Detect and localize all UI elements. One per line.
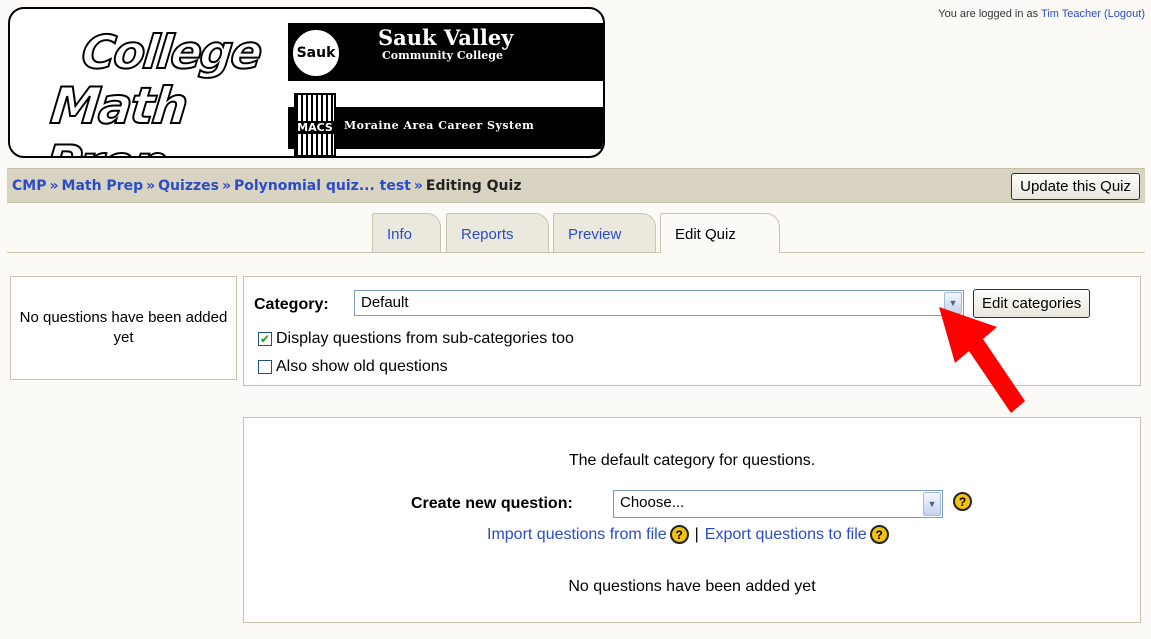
tab-reports[interactable]: Reports <box>446 213 549 252</box>
category-select[interactable]: Default ▼ <box>354 290 964 316</box>
subcategories-row[interactable]: ✔ Display questions from sub-categories … <box>258 330 574 348</box>
user-link[interactable]: Tim Teacher <box>1041 8 1101 20</box>
tab-edit-quiz[interactable]: Edit Quiz <box>660 213 780 253</box>
breadcrumb-separator: » <box>146 178 156 194</box>
logo-line2: Math Prep <box>41 76 190 156</box>
breadcrumb-separator: » <box>49 178 59 194</box>
breadcrumb-separator: » <box>413 178 423 194</box>
subcategories-label: Display questions from sub-categories to… <box>276 330 574 347</box>
sauk-title: Sauk Valley <box>378 25 514 50</box>
question-mark-icon[interactable]: ? <box>953 492 972 511</box>
tab-preview[interactable]: Preview <box>553 213 656 252</box>
create-question-selected: Choose... <box>620 494 685 511</box>
empty-questions-message: No questions have been added yet <box>568 578 816 595</box>
navbar: CMP» Math Prep» Quizzes» Polynomial quiz...… <box>7 168 1145 203</box>
question-bank-panel: The default category for questions. Crea… <box>243 417 1141 623</box>
quiz-questions-panel: No questions have been added yet <box>10 276 237 380</box>
category-label: Category: <box>254 296 329 313</box>
import-export-row: Import questions from file ? | Export qu… <box>487 525 889 544</box>
import-questions-link[interactable]: Import questions from file <box>487 526 667 544</box>
tabs-divider <box>7 252 1145 253</box>
subcategories-checkbox[interactable]: ✔ <box>258 332 272 346</box>
logout-link[interactable]: (Logout) <box>1104 8 1145 20</box>
old-questions-row[interactable]: Also show old questions <box>258 358 448 376</box>
breadcrumb-math-prep[interactable]: Math Prep <box>62 178 144 194</box>
site-logo[interactable]: College Math Prep Sauk Sauk Valley Commu… <box>8 7 605 158</box>
question-mark-icon[interactable]: ? <box>869 525 889 544</box>
category-selected-value: Default <box>361 294 409 311</box>
no-questions-text: No questions have been added yet <box>19 309 228 346</box>
login-info: You are logged in as Tim Teacher (Logout… <box>938 8 1145 20</box>
category-description: The default category for questions. <box>568 452 816 469</box>
tab-info[interactable]: Info <box>372 213 441 252</box>
breadcrumb-separator: » <box>221 178 231 194</box>
macs-logo: MACS <box>294 93 336 156</box>
sauk-seal: Sauk <box>290 27 342 79</box>
college-math-prep-logo: College Math Prep <box>36 21 266 156</box>
export-questions-link[interactable]: Export questions to file <box>705 526 867 544</box>
old-questions-label: Also show old questions <box>276 358 448 375</box>
update-quiz-button[interactable]: Update this Quiz <box>1011 173 1140 200</box>
breadcrumb: CMP» Math Prep» Quizzes» Polynomial quiz...… <box>12 178 521 194</box>
create-question-label: Create new question: <box>411 495 573 512</box>
link-separator: | <box>694 525 699 543</box>
sauk-subtitle: Community College <box>382 49 503 62</box>
breadcrumb-quizzes[interactable]: Quizzes <box>158 178 219 194</box>
login-prefix: You are logged in as <box>938 8 1042 20</box>
breadcrumb-current: Editing Quiz <box>425 178 522 194</box>
logo-line1: College <box>78 24 264 80</box>
create-question-select[interactable]: Choose... ▼ <box>613 490 943 518</box>
red-arrow-annotation <box>939 307 1025 413</box>
breadcrumb-cmp[interactable]: CMP <box>12 178 46 194</box>
breadcrumb-quiz[interactable]: Polynomial quiz... test <box>234 178 411 194</box>
old-questions-checkbox[interactable] <box>258 360 272 374</box>
chevron-down-icon[interactable]: ▼ <box>923 492 941 516</box>
macs-text: Moraine Area Career System <box>344 119 535 132</box>
question-mark-icon[interactable]: ? <box>669 525 689 544</box>
